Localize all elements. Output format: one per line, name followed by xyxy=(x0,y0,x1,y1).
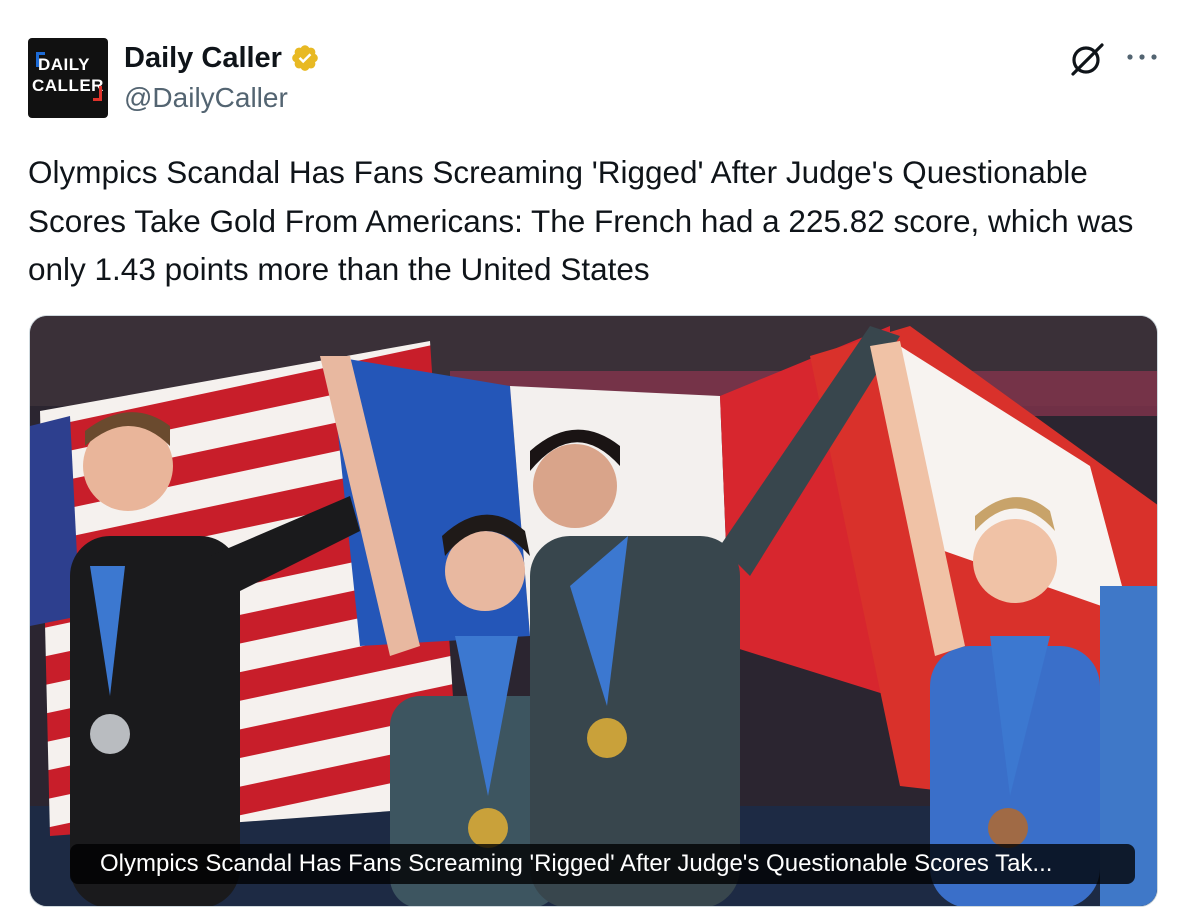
grok-icon[interactable] xyxy=(1068,40,1106,78)
author-name-row: Daily Caller xyxy=(124,40,320,76)
gold-medal-icon xyxy=(468,808,508,848)
gold-medal-icon-2 xyxy=(587,718,627,758)
podium-photo xyxy=(30,316,1157,906)
silver-medal-icon xyxy=(90,714,130,754)
media-card[interactable]: Olympics Scandal Has Fans Screaming 'Rig… xyxy=(29,315,1158,907)
author-display-name[interactable]: Daily Caller xyxy=(124,42,282,75)
media-caption[interactable]: Olympics Scandal Has Fans Screaming 'Rig… xyxy=(70,844,1135,884)
author-handle[interactable]: @DailyCaller xyxy=(124,82,288,114)
more-icon[interactable] xyxy=(1126,50,1158,64)
bronze-medal-icon xyxy=(988,808,1028,848)
logo-bracket-bottom-right xyxy=(93,86,102,101)
avatar-logo-line1: DAILY xyxy=(38,55,90,74)
verified-badge-icon[interactable] xyxy=(290,43,320,73)
avatar[interactable]: DAILY CALLER xyxy=(28,38,108,118)
tweet-text: Olympics Scandal Has Fans Screaming 'Rig… xyxy=(28,154,1134,287)
